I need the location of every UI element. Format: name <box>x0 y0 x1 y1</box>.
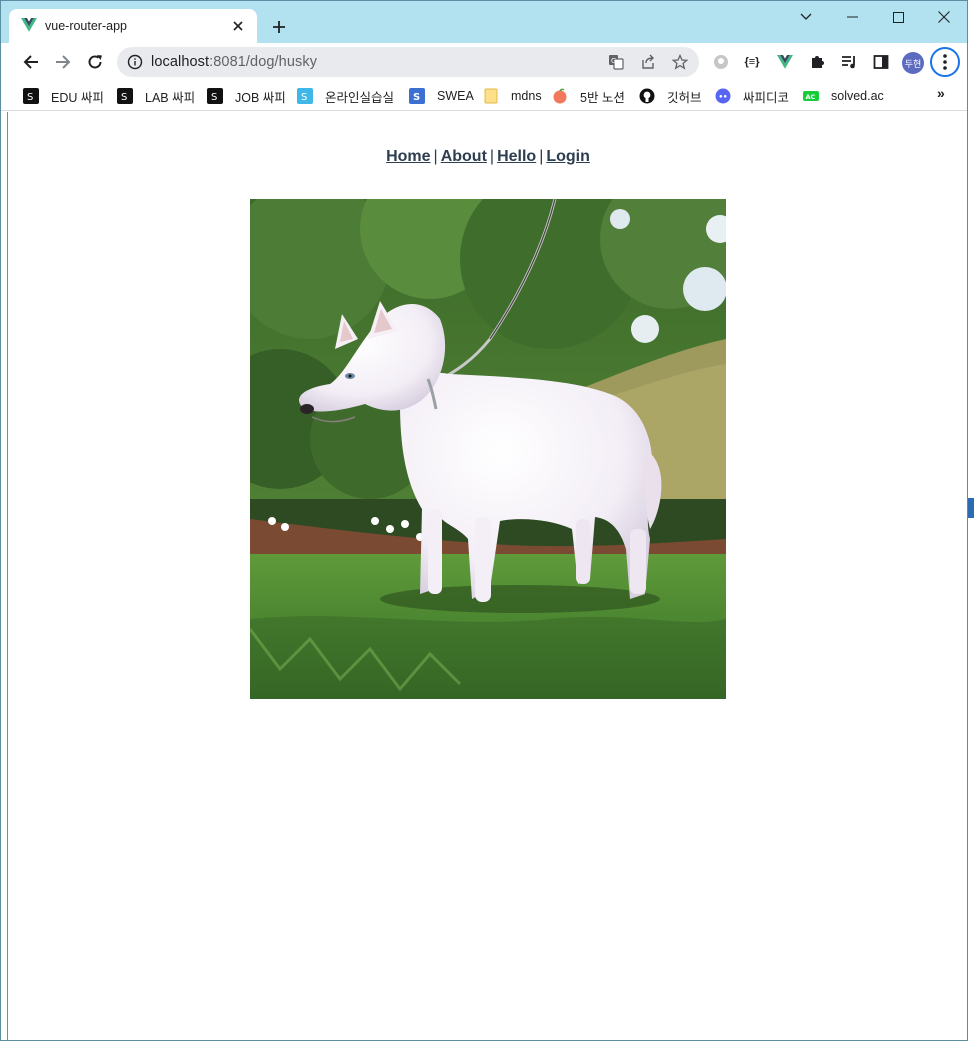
reload-icon[interactable] <box>81 48 109 76</box>
router-nav: Home | About | Hello | Login <box>8 148 967 166</box>
bookmark-online-lab[interactable]: S 온라인실습실 <box>297 86 394 106</box>
bookmark-solvedac[interactable]: AC solved.ac <box>803 86 884 106</box>
bookmark-label: 온라인실습실 <box>325 90 395 105</box>
desktop-right-strip <box>968 0 974 1041</box>
translate-icon[interactable]: G <box>607 53 625 71</box>
bookmark-label: 5반 노션 <box>580 90 625 105</box>
swea-icon: S <box>409 88 425 104</box>
svg-text:S: S <box>413 92 420 102</box>
url-host: localhost <box>151 54 210 70</box>
url-path: :8081/dog/husky <box>209 54 318 70</box>
bookmark-job-ssafy[interactable]: S JOB 싸피 <box>207 86 286 106</box>
bookmark-label: SWEA <box>437 89 474 103</box>
husky-image <box>250 199 726 699</box>
site-info-icon[interactable] <box>127 54 143 75</box>
nav-separator: | <box>433 148 438 165</box>
ssafy-blue-icon: S <box>297 88 313 104</box>
vue-devtools-ext-icon[interactable] <box>775 52 795 72</box>
svg-text:S: S <box>121 92 127 102</box>
peach-icon <box>552 88 568 104</box>
tab-search-chevron-icon[interactable] <box>783 1 829 33</box>
bookmark-label: solved.ac <box>831 89 884 103</box>
bookmark-edu-ssafy[interactable]: S EDU 싸피 <box>23 86 104 106</box>
tab-strip: vue-router-app <box>1 1 967 43</box>
bookmarks-overflow-chevron-icon[interactable]: » <box>937 85 945 101</box>
bookmark-mdns[interactable]: mdns <box>483 86 542 106</box>
back-arrow-icon[interactable] <box>17 48 45 76</box>
bookmark-discord[interactable]: 싸피디코 <box>715 86 789 106</box>
bookmark-label: 깃허브 <box>667 90 702 105</box>
maximize-button[interactable] <box>875 1 921 33</box>
discord-icon <box>715 88 731 104</box>
forward-arrow-icon[interactable] <box>49 48 77 76</box>
nav-link-login[interactable]: Login <box>546 148 590 165</box>
close-window-button[interactable] <box>921 1 967 33</box>
share-icon[interactable] <box>639 53 657 71</box>
nav-link-about[interactable]: About <box>441 148 487 165</box>
nav-separator: | <box>539 148 544 165</box>
browser-menu-kebab-icon[interactable] <box>930 47 960 77</box>
browser-toolbar: localhost:8081/dog/husky G {≡} 두현 <box>1 43 967 81</box>
github-icon <box>639 88 655 104</box>
svg-text:S: S <box>27 92 33 102</box>
window-left-edge <box>1 112 8 1040</box>
ssafy-icon: S <box>207 88 223 104</box>
svg-text:S: S <box>211 92 217 102</box>
page-viewport: Home | About | Hello | Login <box>8 112 967 1040</box>
tab-close-icon[interactable] <box>229 17 247 35</box>
ssafy-icon: S <box>23 88 39 104</box>
address-bar[interactable]: localhost:8081/dog/husky G <box>117 47 699 77</box>
solvedac-icon: AC <box>803 88 819 104</box>
nav-link-hello[interactable]: Hello <box>497 148 536 165</box>
bookmark-label: EDU 싸피 <box>51 90 104 105</box>
json-viewer-ext-icon[interactable]: {≡} <box>742 52 762 72</box>
nav-link-home[interactable]: Home <box>386 148 430 165</box>
svg-text:AC: AC <box>806 93 816 101</box>
svg-text:G: G <box>611 57 616 65</box>
tab-vue-router-app[interactable]: vue-router-app <box>9 9 257 43</box>
bookmark-notion[interactable]: 5반 노션 <box>552 86 625 106</box>
bookmark-label: LAB 싸피 <box>145 90 196 105</box>
bookmark-label: mdns <box>511 89 542 103</box>
bookmark-github[interactable]: 깃허브 <box>639 86 702 106</box>
vue-logo-icon <box>21 18 37 34</box>
browser-window: vue-router-app localhost:8081/dog/husky … <box>0 0 968 1041</box>
side-panel-icon[interactable] <box>871 52 891 72</box>
url-text: localhost:8081/dog/husky <box>151 54 317 70</box>
github-ext-icon[interactable] <box>711 52 731 72</box>
folder-icon <box>483 88 499 104</box>
nav-separator: | <box>489 148 495 165</box>
bookmark-swea[interactable]: S SWEA <box>409 86 474 106</box>
svg-text:S: S <box>301 92 307 102</box>
media-queue-icon[interactable] <box>839 52 859 72</box>
minimize-button[interactable] <box>829 1 875 33</box>
extensions-puzzle-icon[interactable] <box>807 52 827 72</box>
bookmark-star-icon[interactable] <box>671 53 689 71</box>
bookmarks-bar: S EDU 싸피 S LAB 싸피 S JOB 싸피 S 온라인실습실 S SW… <box>1 81 967 111</box>
ssafy-icon: S <box>117 88 133 104</box>
desktop-right-accent <box>968 498 974 518</box>
bookmark-label: JOB 싸피 <box>235 90 286 105</box>
tab-title: vue-router-app <box>45 19 127 33</box>
bookmark-label: 싸피디코 <box>743 90 790 105</box>
bookmark-lab-ssafy[interactable]: S LAB 싸피 <box>117 86 195 106</box>
profile-avatar[interactable]: 두현 <box>902 52 924 74</box>
new-tab-button[interactable] <box>267 15 291 39</box>
